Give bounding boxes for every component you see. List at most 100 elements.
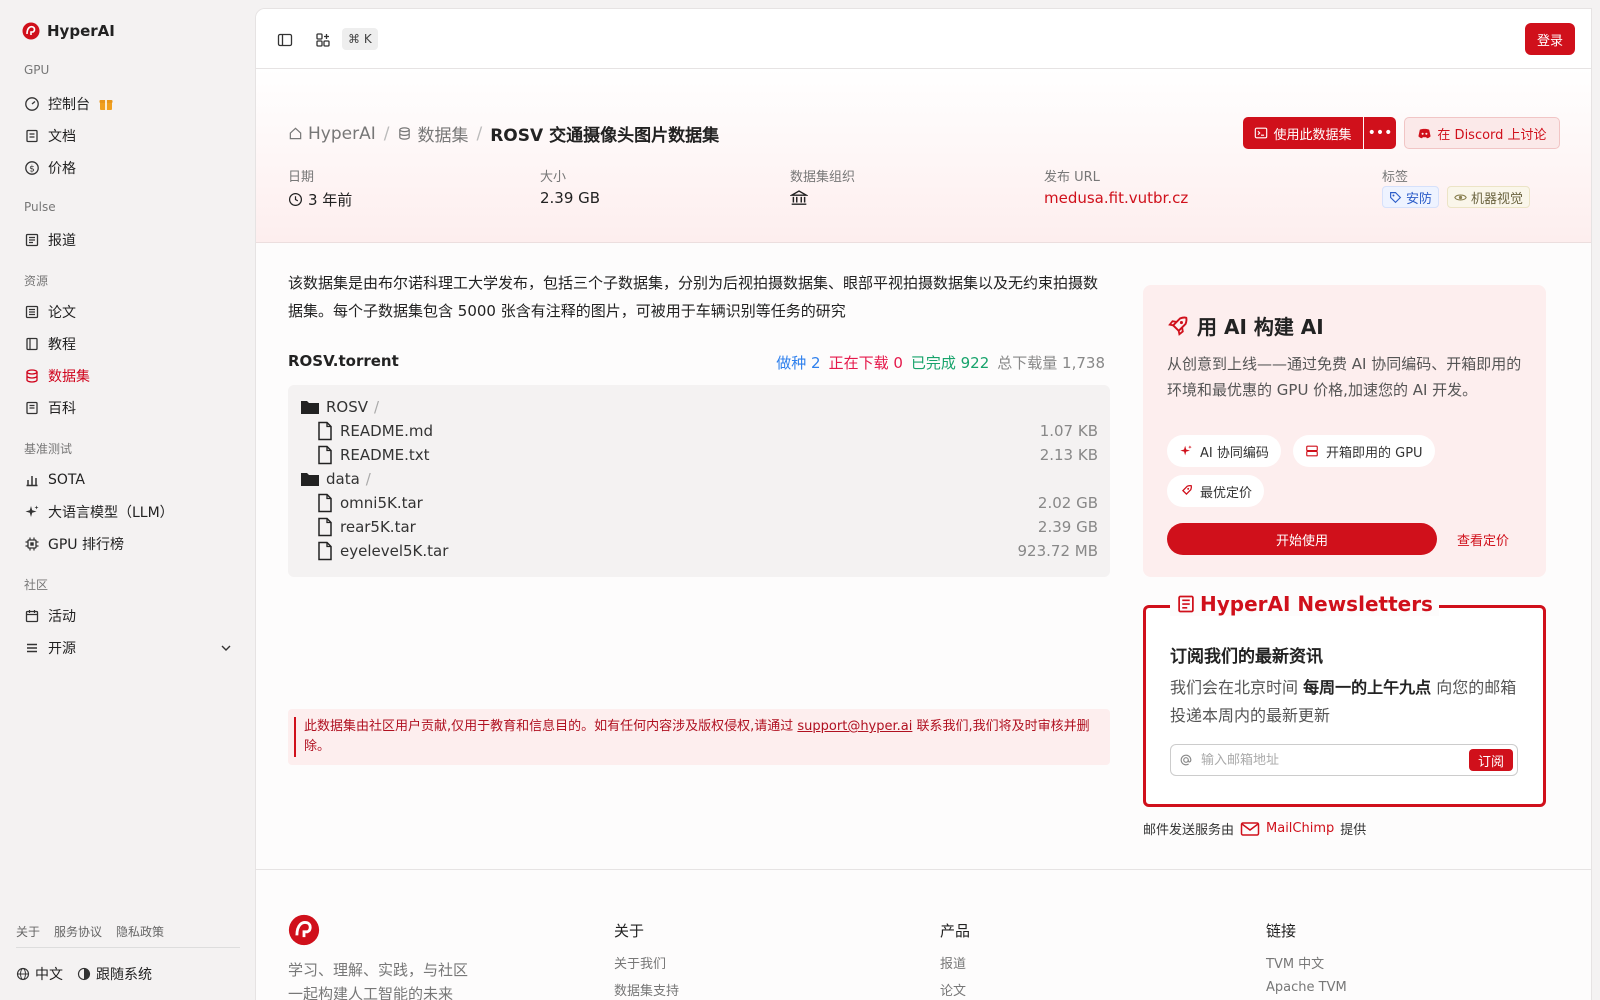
sidebar-item-wiki[interactable]: 百科 (24, 395, 234, 421)
meta-date-label: 日期 (288, 170, 315, 185)
email-input[interactable] (1201, 752, 1451, 768)
hyperai-logo-icon (22, 22, 40, 40)
brand-name: HyperAI (47, 22, 115, 40)
footer-link[interactable]: Apache TVM (1266, 980, 1347, 995)
sidebar-item-label: 数据集 (48, 369, 90, 385)
file-tree-row[interactable]: rear5K.tar 2.39 GB (300, 515, 1098, 539)
language-switcher[interactable]: 中文 (16, 964, 63, 984)
footer-link[interactable]: 论文 (940, 980, 970, 999)
footer-tagline: 学习、理解、实践，与社区 一起构建人工智能的未来 (288, 958, 488, 1000)
breadcrumb: HyperAI / 数据集 / ROSV 交通摄像头图片数据集 (288, 121, 719, 146)
tag-security[interactable]: 安防 (1382, 186, 1440, 208)
terminal-icon (1254, 126, 1268, 140)
credit-text: 提供 (1340, 823, 1367, 838)
more-actions-button[interactable]: ••• (1364, 117, 1396, 149)
file-tree-row[interactable]: eyelevel5K.tar 923.72 MB (300, 539, 1098, 563)
newsletter-card: HyperAI Newsletters 订阅我们的最新资讯 我们会在北京时间 每… (1143, 592, 1546, 807)
footer-link[interactable]: 数据集支持 (614, 980, 679, 999)
footer-col-products: 产品 报道 论文 (940, 920, 970, 1000)
bar-chart-icon (24, 472, 40, 488)
footer-link[interactable]: 报道 (940, 953, 970, 972)
login-button[interactable]: 登录 (1525, 23, 1575, 55)
sidebar-item-tutorials[interactable]: 教程 (24, 331, 234, 357)
sidebar-item-papers[interactable]: 论文 (24, 299, 234, 325)
subscribe-button[interactable]: 订阅 (1469, 749, 1513, 771)
list-icon (24, 640, 40, 656)
page-footer: 学习、理解、实践，与社区 一起构建人工智能的未来 关于 关于我们 数据集支持 产品… (256, 869, 1591, 1000)
path-slash: / (365, 470, 371, 488)
newsletter-text: 我们会在北京时间 每周一的上午九点 向您的邮箱投递本周内的最新更新 (1170, 674, 1520, 730)
tag-computer-vision[interactable]: 机器视觉 (1447, 186, 1531, 208)
chip-icon (24, 536, 40, 552)
file-name: README.txt (340, 446, 430, 464)
meta-tags-label: 标签 (1382, 170, 1409, 185)
privacy-link[interactable]: 隐私政策 (116, 923, 164, 940)
eye-icon (1454, 191, 1467, 204)
breadcrumb-separator: / (383, 123, 390, 144)
file-tree-row[interactable]: README.md 1.07 KB (300, 419, 1098, 443)
chip-gpu: 开箱即用的 GPU (1293, 435, 1435, 467)
sidebar-settings: 中文 跟随系统 (16, 964, 152, 984)
footer-tagline-line: 学习、理解、实践，与社区 (288, 961, 469, 979)
terms-link[interactable]: 服务协议 (54, 923, 102, 940)
about-link[interactable]: 关于 (16, 923, 40, 940)
main-panel: ⌘ K 登录 HyperAI / 数据集 / ROSV 交通摄像头图片数据集 使… (255, 8, 1592, 1000)
gift-icon (98, 96, 114, 112)
sidebar-item-sota[interactable]: SOTA (24, 467, 234, 493)
sidebar-item-gpu-leaderboard[interactable]: GPU 排行榜 (24, 531, 234, 557)
theme-label: 跟随系统 (96, 967, 152, 983)
promo-title-text: 用 AI 构建 AI (1197, 315, 1324, 339)
theme-switcher[interactable]: 跟随系统 (77, 964, 152, 984)
file-tree-row[interactable]: data / (300, 467, 1098, 491)
mailchimp-link[interactable]: MailChimp (1266, 821, 1334, 836)
sidebar-item-llm[interactable]: 大语言模型（LLM） (24, 499, 234, 525)
sidebar-item-opensource[interactable]: 开源 (24, 635, 234, 661)
sidebar-toggle-icon[interactable] (274, 29, 296, 51)
file-tree-row[interactable]: omni5K.tar 2.02 GB (300, 491, 1098, 515)
meta-date-value: 3 年前 (288, 189, 352, 210)
meta-org-label: 数据集组织 (790, 170, 856, 185)
sparkle-icon (24, 504, 40, 520)
discord-button[interactable]: 在 Discord 上讨论 (1404, 117, 1560, 149)
sidebar-item-pricing[interactable]: $ 价格 (24, 155, 234, 181)
use-dataset-button[interactable]: 使用此数据集 (1243, 117, 1363, 149)
mailchimp-credit: 邮件发送服务由 MailChimp 提供 (1143, 819, 1366, 838)
sidebar-item-label: GPU 排行榜 (48, 537, 124, 553)
view-pricing-link[interactable]: 查看定价 (1457, 530, 1509, 549)
newspaper-icon (1176, 594, 1196, 614)
sidebar-item-label: 开源 (48, 641, 76, 657)
sidebar-item-docs[interactable]: 文档 (24, 123, 234, 149)
brand[interactable]: HyperAI (22, 22, 115, 40)
newsletter-title: HyperAI Newsletters (1200, 592, 1433, 616)
meta-url-link[interactable]: medusa.fit.vutbr.cz (1044, 189, 1188, 207)
footer-link[interactable]: 关于我们 (614, 953, 679, 972)
file-tree-row[interactable]: ROSV / (300, 395, 1098, 419)
file-size: 2.39 GB (1037, 518, 1098, 536)
divider (16, 947, 240, 948)
sidebar-item-console[interactable]: 控制台 (24, 91, 234, 117)
sidebar-item-events[interactable]: 活动 (24, 603, 234, 629)
command-palette-shortcut[interactable]: ⌘ K (342, 28, 378, 50)
sidebar-item-datasets[interactable]: 数据集 (24, 363, 234, 389)
file-icon (316, 493, 334, 513)
email-field: 订阅 (1170, 744, 1518, 776)
database-icon (24, 368, 40, 384)
newsletter-text-bold: 每周一的上午九点 (1303, 678, 1432, 697)
sidebar-footer-links: 关于 服务协议 隐私政策 (16, 923, 164, 940)
meta-size-label: 大小 (540, 170, 567, 185)
sidebar-item-label: 大语言模型（LLM） (48, 505, 174, 521)
start-button[interactable]: 开始使用 (1167, 523, 1437, 555)
file-tree-row[interactable]: README.txt 2.13 KB (300, 443, 1098, 467)
file-name: ROSV (326, 398, 369, 416)
hyperai-logo-icon (288, 914, 320, 946)
institution-icon (790, 189, 808, 207)
chevron-down-icon[interactable] (218, 640, 234, 656)
breadcrumb-datasets[interactable]: 数据集 (397, 121, 468, 146)
section-resources: 资源 (24, 274, 49, 288)
sidebar-item-reports[interactable]: 报道 (24, 227, 234, 253)
chip-ai-coding: AI 协同编码 (1167, 435, 1281, 467)
breadcrumb-home[interactable]: HyperAI (288, 124, 376, 144)
apps-grid-icon[interactable] (312, 29, 334, 51)
footer-link[interactable]: TVM 中文 (1266, 953, 1347, 972)
support-email-link[interactable]: support@hyper.ai (797, 719, 912, 734)
